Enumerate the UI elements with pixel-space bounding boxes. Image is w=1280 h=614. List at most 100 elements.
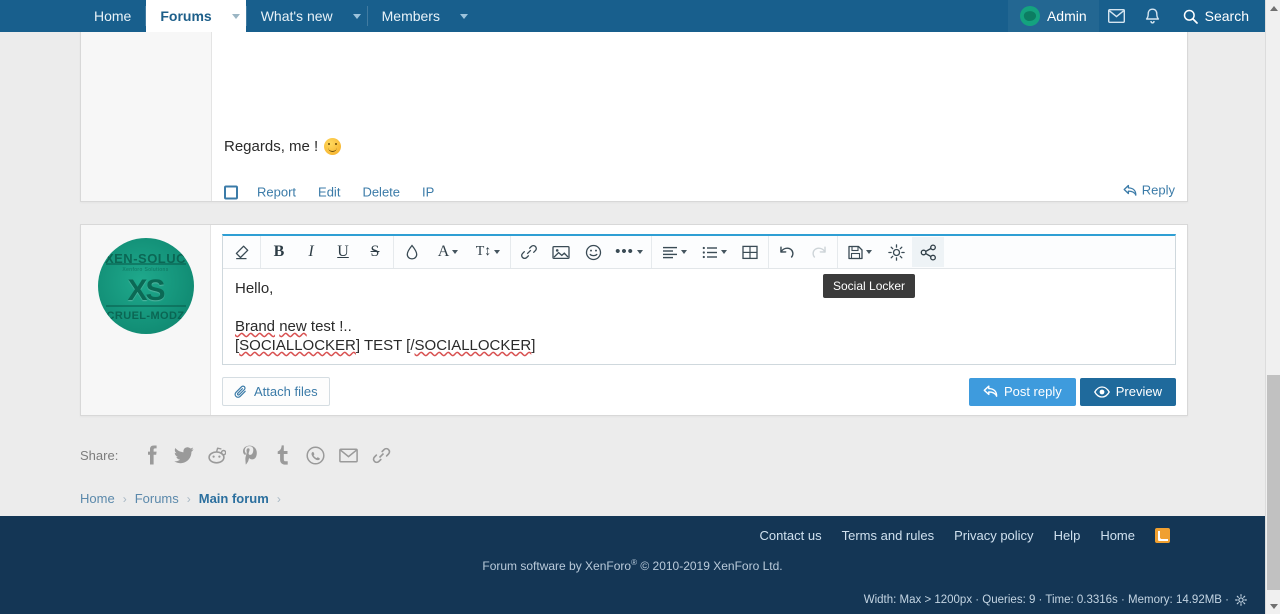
tumblr-icon[interactable] [266, 440, 299, 470]
text-color-button[interactable] [396, 237, 428, 267]
inbox-button[interactable] [1099, 0, 1135, 32]
account-menu-button[interactable]: Admin [1008, 0, 1099, 32]
editor-line-text: ] TEST [/ [356, 337, 415, 354]
social-locker-button[interactable] [912, 237, 944, 267]
insert-link-button[interactable] [513, 237, 545, 267]
post-content-column: Regards, me ! Report Edit Delete IP Repl… [212, 25, 1187, 201]
align-left-icon [662, 246, 678, 259]
browser-scrollbar[interactable] [1265, 0, 1280, 614]
footer-copyright: Forum software by XenForo® © 2010-2019 X… [0, 558, 1265, 573]
nav-item-members[interactable]: Members [368, 0, 454, 32]
quick-reply-block: XEN-SOLUC Xenforo Solutions XS CRUEL-MOD… [80, 224, 1188, 416]
footer-link-privacy-policy[interactable]: Privacy policy [954, 528, 1033, 543]
alerts-button[interactable] [1135, 0, 1171, 32]
list-button[interactable] [694, 237, 734, 267]
breadcrumb-separator: › [277, 492, 281, 506]
drafts-button[interactable] [840, 237, 880, 267]
nav-caret-whats-new[interactable] [347, 0, 367, 32]
more-options-button[interactable]: ••• [609, 237, 649, 267]
avatar-top-text: XEN-SOLUC [98, 251, 194, 266]
post-select-checkbox[interactable] [224, 185, 238, 199]
share-label: Share: [80, 448, 118, 463]
insert-smilie-button[interactable] [577, 237, 609, 267]
facebook-icon[interactable] [134, 440, 167, 470]
eye-icon [1094, 386, 1110, 398]
insert-table-button[interactable] [734, 237, 766, 267]
main-navigation-bar: Home Forums What's new Members [0, 0, 1265, 32]
whatsapp-glyph [306, 446, 325, 465]
font-size-button[interactable]: T↕ [468, 237, 508, 267]
insert-image-button[interactable] [545, 237, 577, 267]
search-button[interactable]: Search [1171, 0, 1265, 32]
link-glyph [372, 446, 391, 465]
pinterest-glyph [242, 445, 257, 465]
reply-arrow-icon [1123, 184, 1137, 196]
scrollbar-down-arrow[interactable] [1266, 598, 1280, 614]
nav-caret-forums[interactable] [226, 0, 246, 32]
editor-settings-button[interactable] [880, 237, 912, 267]
post-edit-link[interactable]: Edit [318, 185, 340, 200]
nav-item-label: What's new [261, 8, 333, 24]
bold-button[interactable]: B [263, 237, 295, 267]
strikethrough-button[interactable]: S [359, 237, 391, 267]
chevron-down-icon [637, 250, 643, 254]
text-align-button[interactable] [654, 237, 694, 267]
reddit-icon[interactable] [200, 440, 233, 470]
nav-item-whats-new[interactable]: What's new [247, 0, 347, 32]
list-icon [702, 246, 718, 259]
gear-icon[interactable] [1235, 594, 1247, 606]
post-reply-link[interactable]: Reply [1123, 183, 1175, 198]
attach-files-button[interactable]: Attach files [222, 377, 330, 406]
debug-info-bar: Width: Max > 1200px · Queries: 9 · Time:… [864, 594, 1247, 606]
undo-button[interactable] [771, 237, 803, 267]
nav-item-label: Home [94, 8, 131, 24]
underline-button[interactable]: U [327, 237, 359, 267]
editor-line-text: ] [531, 337, 535, 354]
editor-line [235, 298, 1163, 317]
link-icon[interactable] [365, 440, 398, 470]
font-size-icon: T↕ [476, 244, 492, 260]
nav-item-forums[interactable]: Forums [146, 0, 225, 32]
post-body: Regards, me ! [224, 138, 341, 155]
scrollbar-up-arrow[interactable] [1266, 0, 1280, 16]
post-report-link[interactable]: Report [257, 185, 296, 200]
footer-link-help[interactable]: Help [1054, 528, 1081, 543]
floppy-disk-icon [848, 245, 863, 260]
twitter-glyph [174, 447, 194, 464]
tumblr-glyph [277, 445, 289, 465]
post-delete-link[interactable]: Delete [362, 185, 400, 200]
email-icon[interactable] [332, 440, 365, 470]
footer-link-home[interactable]: Home [1100, 528, 1135, 543]
breadcrumb-item-home[interactable]: Home [80, 491, 115, 506]
nav-user-links: Admin Search [1008, 0, 1265, 32]
footer-link-terms-and-rules[interactable]: Terms and rules [842, 528, 934, 543]
twitter-icon[interactable] [167, 440, 200, 470]
footer-link-contact-us[interactable]: Contact us [759, 528, 821, 543]
breadcrumb-item-main-forum[interactable]: Main forum [199, 491, 269, 506]
rss-icon[interactable] [1155, 528, 1170, 543]
remove-formatting-button[interactable] [226, 237, 258, 267]
breadcrumb-item-forums[interactable]: Forums [135, 491, 179, 506]
italic-button[interactable]: I [295, 237, 327, 267]
toolbar-group-basic: B I U S [261, 236, 394, 268]
editor-text-area[interactable]: Hello, Brand new test !.. [SOCIALLOCKER]… [223, 269, 1175, 365]
editor-line: [SOCIALLOCKER] TEST [/SOCIALLOCKER] [235, 336, 1163, 355]
avatar[interactable]: XEN-SOLUC Xenforo Solutions XS CRUEL-MOD… [98, 238, 194, 334]
redo-button[interactable] [803, 237, 835, 267]
preview-button[interactable]: Preview [1080, 378, 1176, 406]
breadcrumb: Home › Forums › Main forum › [80, 491, 289, 506]
forum-page: Home Forums What's new Members [0, 0, 1280, 614]
editor-toolbar: B I U S [223, 236, 1175, 269]
nav-item-home[interactable]: Home [80, 0, 145, 32]
chevron-down-icon [721, 250, 727, 254]
rich-text-editor[interactable]: B I U S [222, 234, 1176, 365]
avatar-logo-text: XS [98, 274, 194, 308]
nav-caret-members[interactable] [454, 0, 474, 32]
pinterest-icon[interactable] [233, 440, 266, 470]
toolbar-group-paragraph [652, 236, 769, 268]
font-family-button[interactable]: A [428, 237, 468, 267]
post-ip-link[interactable]: IP [422, 185, 434, 200]
scrollbar-thumb[interactable] [1267, 375, 1280, 590]
whatsapp-icon[interactable] [299, 440, 332, 470]
post-reply-button[interactable]: Post reply [969, 378, 1076, 406]
